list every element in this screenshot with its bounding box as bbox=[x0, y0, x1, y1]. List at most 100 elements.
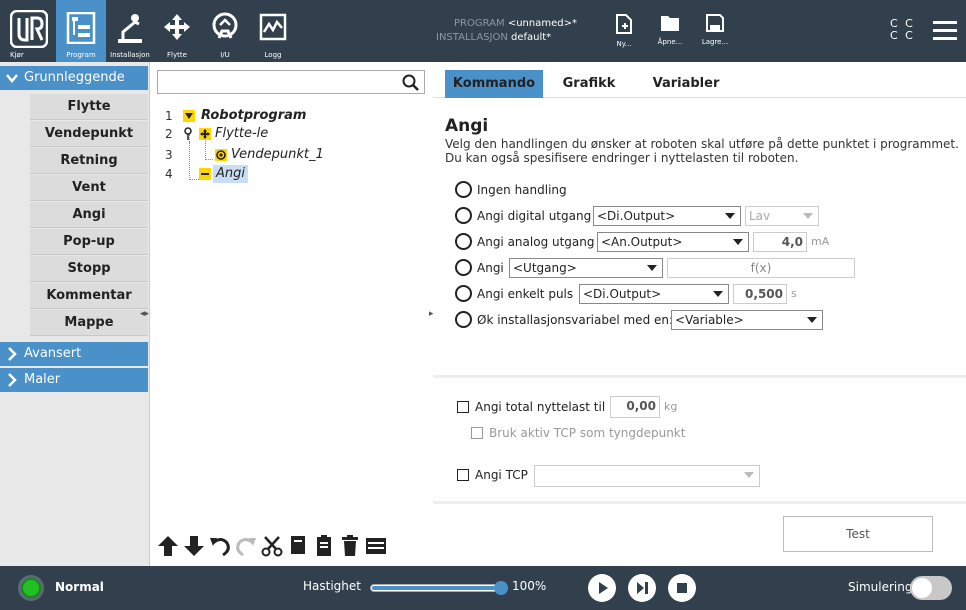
open-program-button[interactable]: Åpne... bbox=[652, 14, 688, 46]
move-down-icon[interactable] bbox=[183, 534, 205, 558]
new-program-label: Ny... bbox=[616, 40, 632, 48]
copy-icon[interactable] bbox=[287, 534, 309, 558]
node-direction[interactable]: Retning bbox=[30, 148, 148, 174]
speed-slider-handle[interactable] bbox=[494, 581, 508, 595]
hamburger-menu-icon[interactable] bbox=[933, 18, 957, 42]
category-advanced[interactable]: Avansert bbox=[0, 342, 148, 366]
option-analog-output[interactable]: Angi analog utgang <An.Output> 4,0 mA bbox=[455, 232, 875, 252]
tcp-as-cog-label: Bruk aktiv TCP som tyngdepunkt bbox=[489, 426, 686, 440]
suppress-icon[interactable] bbox=[365, 534, 387, 558]
node-folder[interactable]: Mappe bbox=[30, 310, 148, 336]
tree-row-label: Angi bbox=[213, 165, 248, 183]
node-comment[interactable]: Kommentar bbox=[30, 283, 148, 309]
move-arrows-icon bbox=[162, 12, 192, 44]
save-program-button[interactable]: Lagre... bbox=[697, 14, 733, 46]
play-button[interactable] bbox=[588, 574, 616, 602]
speed-slider[interactable] bbox=[370, 581, 508, 595]
ur-logo-icon[interactable] bbox=[9, 9, 49, 49]
search-input[interactable] bbox=[158, 71, 398, 93]
simulation-toggle[interactable] bbox=[910, 576, 952, 600]
tree-search[interactable] bbox=[157, 70, 425, 94]
tab-variables[interactable]: Variabler bbox=[639, 70, 733, 98]
tcp-as-cog-checkbox[interactable] bbox=[471, 427, 483, 439]
option-digital-output[interactable]: Angi digital utgang <Di.Output> Lav bbox=[455, 206, 875, 226]
digital-value-select[interactable]: Lav bbox=[745, 206, 819, 226]
radio-single-pulse[interactable] bbox=[455, 285, 472, 302]
stop-button[interactable] bbox=[668, 574, 696, 602]
pulse-duration-field[interactable]: 0,500 bbox=[733, 284, 787, 304]
cc-bottom: C C bbox=[890, 29, 915, 42]
save-program-label: Lagre... bbox=[701, 38, 729, 46]
power-button[interactable] bbox=[18, 575, 44, 601]
move-up-icon[interactable] bbox=[157, 534, 179, 558]
set-payload-checkbox[interactable] bbox=[457, 401, 469, 413]
radio-digital-output[interactable] bbox=[455, 207, 472, 224]
simulation-toggle-knob bbox=[912, 578, 932, 598]
node-waypoint[interactable]: Vendepunkt bbox=[30, 121, 148, 147]
io-icon bbox=[210, 12, 240, 44]
new-program-button[interactable]: Ny... bbox=[606, 14, 642, 48]
connection-indicator: C C C C bbox=[890, 18, 915, 42]
option-analog-output-label: Angi analog utgang bbox=[477, 235, 595, 249]
tab-graphics[interactable]: Grafikk bbox=[549, 70, 629, 98]
analog-value-field[interactable]: 4,0 bbox=[753, 232, 807, 252]
payload-mass-field[interactable]: 0,00 bbox=[610, 396, 660, 418]
node-popup[interactable]: Pop-up bbox=[30, 229, 148, 255]
pin-icon bbox=[183, 127, 193, 147]
redo-icon[interactable] bbox=[235, 534, 257, 558]
delete-icon[interactable] bbox=[339, 534, 361, 558]
radio-analog-output[interactable] bbox=[455, 233, 472, 250]
chevron-right-icon bbox=[6, 368, 18, 401]
top-bar: Kjør Program Installasjon Flytte I/U Log… bbox=[0, 0, 966, 62]
pulse-output-select[interactable]: <Di.Output> bbox=[579, 284, 729, 304]
tab-move[interactable]: Flytte bbox=[156, 0, 198, 62]
collapse-left-panel-icon[interactable]: ◂▸ bbox=[140, 309, 149, 319]
node-move[interactable]: Flytte bbox=[30, 94, 148, 120]
option-single-pulse[interactable]: Angi enkelt puls <Di.Output> 0,500 s bbox=[455, 284, 875, 304]
option-no-action[interactable]: Ingen handling bbox=[455, 180, 755, 200]
speed-slider-fill bbox=[372, 586, 502, 590]
stop-icon bbox=[677, 583, 687, 593]
radio-increment-variable[interactable] bbox=[455, 311, 472, 328]
tab-command[interactable]: Kommando bbox=[445, 70, 543, 98]
option-increment-variable[interactable]: Øk installasjonsvariabel med en: <Variab… bbox=[455, 310, 875, 330]
power-status-icon bbox=[21, 578, 41, 598]
category-templates-label: Maler bbox=[24, 372, 61, 387]
variable-select[interactable]: <Variable> bbox=[671, 310, 823, 330]
tree-row-robotprogram[interactable]: 1 Robotprogram bbox=[151, 107, 421, 125]
category-basic[interactable]: Grunnleggende bbox=[0, 66, 148, 90]
undo-icon[interactable] bbox=[209, 534, 231, 558]
test-button[interactable]: Test bbox=[783, 516, 933, 552]
analog-output-select[interactable]: <An.Output> bbox=[597, 232, 749, 252]
radio-set-expression[interactable] bbox=[455, 259, 472, 276]
tree-row-number: 3 bbox=[165, 148, 173, 162]
tcp-select[interactable] bbox=[534, 465, 760, 487]
tree-row-move[interactable]: 2 Flytte-le bbox=[151, 125, 421, 143]
tree-row-set[interactable]: 4 Angi bbox=[151, 165, 421, 183]
tab-installation[interactable]: Installasjon bbox=[106, 0, 154, 62]
log-icon bbox=[258, 12, 288, 44]
node-wait[interactable]: Vent bbox=[30, 175, 148, 201]
tree-row-waypoint[interactable]: 3 Vendepunkt_1 bbox=[151, 146, 421, 164]
cut-icon[interactable] bbox=[261, 534, 283, 558]
digital-output-select[interactable]: <Di.Output> bbox=[593, 206, 741, 226]
category-templates[interactable]: Maler bbox=[0, 368, 148, 392]
expression-field[interactable]: f(x) bbox=[667, 258, 855, 278]
output-select[interactable]: <Utgang> bbox=[509, 258, 663, 278]
step-button[interactable] bbox=[628, 574, 656, 602]
detail-tabs: Kommando Grafikk Variabler bbox=[433, 70, 966, 98]
speed-label: Hastighet bbox=[303, 579, 361, 593]
search-icon[interactable] bbox=[402, 74, 420, 96]
set-tcp-checkbox[interactable] bbox=[457, 469, 469, 481]
tab-log[interactable]: Logg bbox=[252, 0, 294, 62]
node-halt[interactable]: Stopp bbox=[30, 256, 148, 282]
paste-icon[interactable] bbox=[313, 534, 335, 558]
radio-no-action[interactable] bbox=[455, 181, 472, 198]
node-set[interactable]: Angi bbox=[30, 202, 148, 228]
simulation-label: Simulering bbox=[848, 580, 913, 594]
option-set-expression[interactable]: Angi <Utgang> f(x) bbox=[455, 258, 885, 278]
tab-io[interactable]: I/U bbox=[204, 0, 246, 62]
option-digital-output-label: Angi digital utgang bbox=[477, 209, 592, 223]
tab-program[interactable]: Program bbox=[56, 0, 106, 62]
tab-installation-label: Installasjon bbox=[110, 51, 150, 59]
